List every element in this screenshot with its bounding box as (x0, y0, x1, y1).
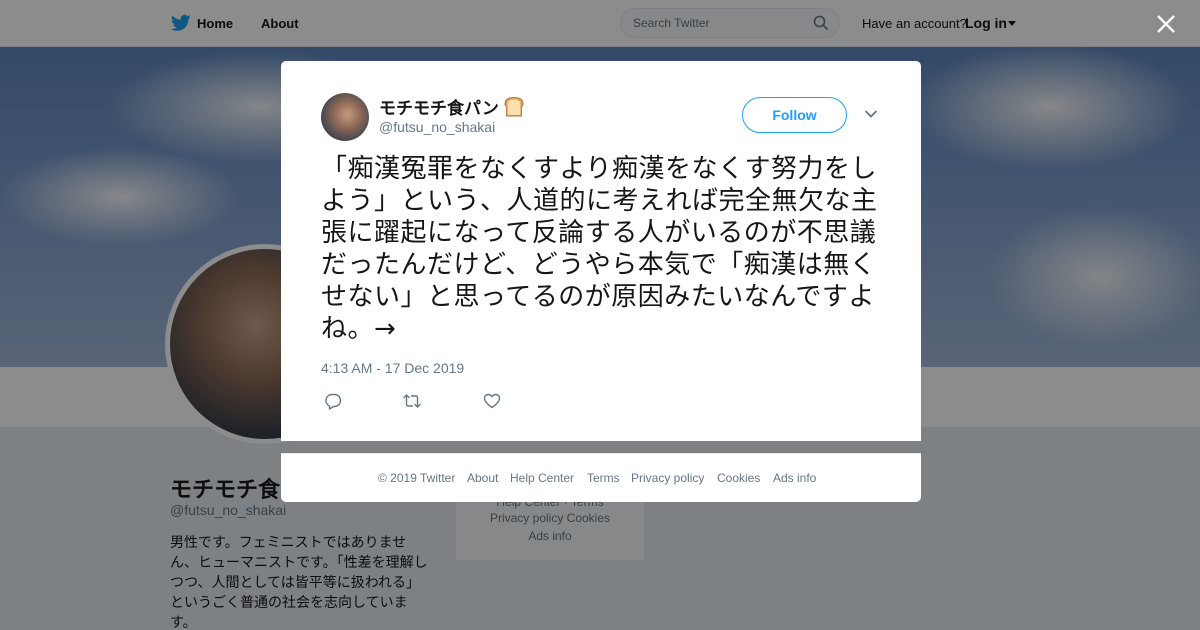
author-name-text: モチモチ食パン (379, 99, 499, 118)
modal-footer: © 2019 Twitter About Help Center Terms P… (281, 453, 921, 502)
author-name[interactable]: モチモチ食パン (379, 94, 526, 119)
follow-button[interactable]: Follow (742, 97, 847, 133)
chevron-down-icon[interactable] (864, 109, 878, 119)
footer-privacy-link[interactable]: Privacy policy (631, 471, 704, 485)
close-icon[interactable] (1154, 12, 1178, 36)
tweet-modal: モチモチ食パン @futsu_no_shakai Follow 「痴漢冤罪をなく… (281, 61, 921, 441)
footer-about-link[interactable]: About (467, 471, 498, 485)
tweet-timestamp[interactable]: 4:13 AM - 17 Dec 2019 (321, 360, 464, 376)
footer-copyright: © 2019 Twitter (378, 471, 456, 485)
bread-emoji-icon (504, 96, 524, 116)
retweet-icon[interactable] (402, 392, 422, 410)
author-handle[interactable]: @futsu_no_shakai (379, 119, 495, 135)
like-icon[interactable] (483, 392, 501, 410)
reply-icon[interactable] (324, 392, 342, 410)
footer-help-center-link[interactable]: Help Center (510, 471, 574, 485)
footer-cookies-link[interactable]: Cookies (717, 471, 760, 485)
author-avatar[interactable] (321, 93, 369, 141)
tweet-text: 「痴漢冤罪をなくすより痴漢をなくす努力をしよう」という、人道的に考えれば完全無欠… (321, 154, 878, 344)
footer-ads-info-link[interactable]: Ads info (773, 471, 816, 485)
footer-terms-link[interactable]: Terms (587, 471, 620, 485)
